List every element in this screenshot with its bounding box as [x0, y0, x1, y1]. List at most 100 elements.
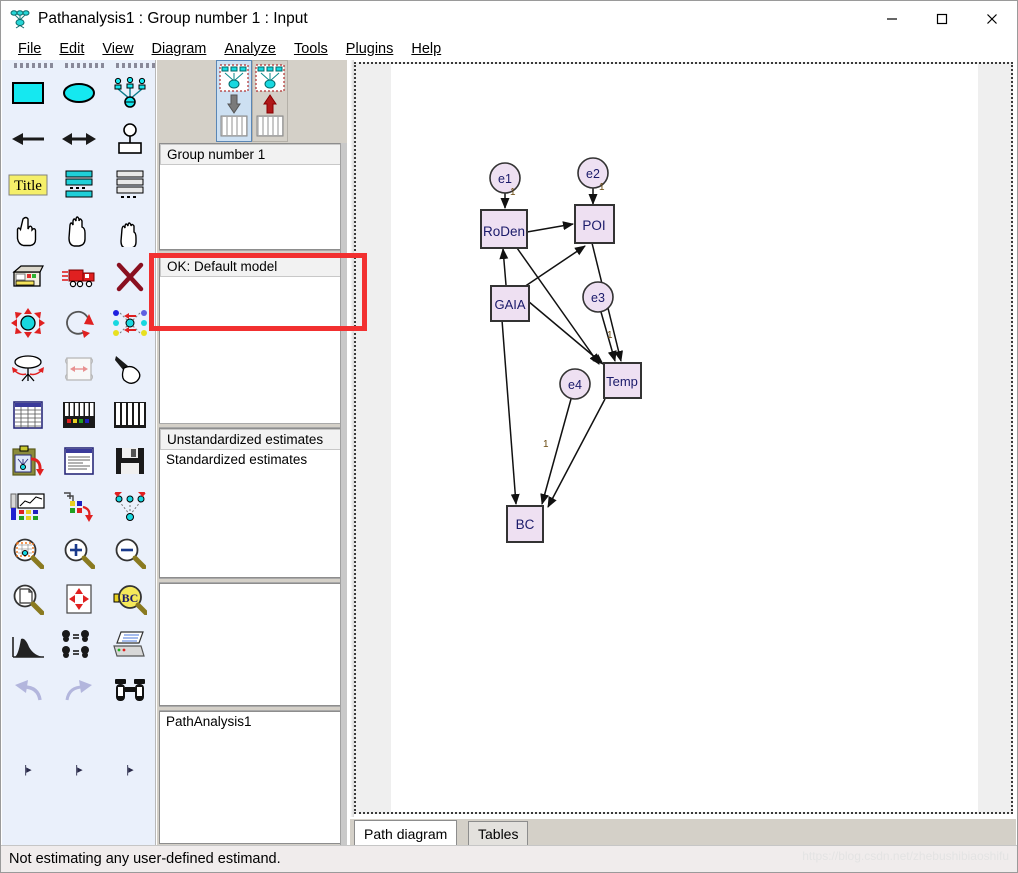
- print-icon[interactable]: [104, 622, 155, 668]
- svg-text:BC: BC: [121, 591, 138, 605]
- loupe-icon[interactable]: BC: [104, 576, 155, 622]
- svg-text:e4: e4: [568, 378, 582, 392]
- drag-properties-icon[interactable]: [2, 438, 53, 484]
- assess-normality-icon[interactable]: [2, 484, 53, 530]
- select-all-objects-icon[interactable]: [53, 208, 104, 254]
- draw-path-icon[interactable]: [2, 116, 53, 162]
- menu-tools[interactable]: Tools: [285, 40, 337, 58]
- groups-list[interactable]: Group number 1: [159, 143, 345, 250]
- find-icon[interactable]: [104, 668, 155, 714]
- view-input-path-diagram-button[interactable]: [216, 60, 252, 142]
- select-one-object-icon[interactable]: [2, 208, 53, 254]
- path-diagram-area: e1 e2 e3 e4 RoDen POI GAIA Temp BC 1 1 1…: [350, 60, 1016, 817]
- object-properties-icon[interactable]: [104, 392, 155, 438]
- svg-text:e3: e3: [591, 291, 605, 305]
- diagram-page[interactable]: e1 e2 e3 e4 RoDen POI GAIA Temp BC 1 1 1…: [391, 64, 978, 812]
- tool-grid: Title BC: [2, 70, 156, 714]
- palette-handle-col3[interactable]: [116, 63, 155, 69]
- palette-handle-col1[interactable]: [14, 63, 53, 69]
- menu-file[interactable]: File: [9, 40, 50, 58]
- show-entire-page-icon[interactable]: [2, 576, 53, 622]
- add-unique-variable-icon[interactable]: [104, 116, 155, 162]
- status-bar: Not estimating any user-defined estimand…: [1, 845, 1017, 872]
- zoom-select-area-icon[interactable]: [2, 530, 53, 576]
- diagram-tab-bar: Path diagram Tables: [350, 819, 1016, 847]
- menu-plugins[interactable]: Plugins: [337, 40, 403, 58]
- tab-tables[interactable]: Tables: [468, 821, 529, 847]
- model-browser-scrollbar[interactable]: [340, 143, 347, 846]
- view-output-path-diagram-button[interactable]: [252, 60, 288, 142]
- close-button[interactable]: [967, 1, 1017, 37]
- label-e1-weight: 1: [510, 187, 516, 198]
- palette-handle-col2[interactable]: [65, 63, 104, 69]
- bayesian-estimation-icon[interactable]: [2, 622, 53, 668]
- label-e3-weight: 1: [607, 330, 613, 341]
- palette-scroll-col2[interactable]: |▸: [53, 760, 104, 778]
- move-objects-icon[interactable]: [53, 254, 104, 300]
- multiple-group-analysis-icon[interactable]: [53, 484, 104, 530]
- draw-covariance-icon[interactable]: [53, 116, 104, 162]
- figure-caption-icon[interactable]: Title: [2, 162, 53, 208]
- menu-bar: File Edit View Diagram Analyze Tools Plu…: [1, 37, 1017, 60]
- palette-scroll-markers: |▸ |▸ |▸: [2, 760, 156, 778]
- list-variables-in-model-icon[interactable]: [53, 162, 104, 208]
- palette-scroll-col1[interactable]: |▸: [2, 760, 53, 778]
- svg-text:BC: BC: [516, 517, 535, 532]
- draw-latent-with-indicators-icon[interactable]: [104, 70, 155, 116]
- svg-text:Temp: Temp: [606, 374, 638, 389]
- label-e2-weight: 1: [599, 182, 605, 193]
- view-text-output-icon[interactable]: [53, 438, 104, 484]
- rotate-indicators-icon[interactable]: [53, 300, 104, 346]
- analysis-properties-icon[interactable]: [53, 392, 104, 438]
- duplicate-objects-icon[interactable]: [2, 254, 53, 300]
- path-GAIA-BC: [501, 319, 520, 505]
- estimates-list[interactable]: Unstandardized estimates Standardized es…: [159, 428, 345, 578]
- diagram-canvas-frame[interactable]: e1 e2 e3 e4 RoDen POI GAIA Temp BC 1 1 1…: [354, 62, 1013, 814]
- touch-up-variable-icon[interactable]: [104, 346, 155, 392]
- menu-edit[interactable]: Edit: [50, 40, 93, 58]
- undo-icon[interactable]: [2, 668, 53, 714]
- files-list-item[interactable]: PathAnalysis1: [160, 712, 344, 731]
- draw-observed-variable-icon[interactable]: [2, 70, 53, 116]
- path-diagram-svg[interactable]: e1 e2 e3 e4 RoDen POI GAIA Temp BC 1 1 1…: [391, 64, 978, 812]
- erase-objects-icon[interactable]: [104, 254, 155, 300]
- files-list[interactable]: PathAnalysis1: [159, 711, 345, 844]
- parameter-list[interactable]: [159, 583, 345, 706]
- menu-help[interactable]: Help: [402, 40, 450, 58]
- svg-text:POI: POI: [582, 218, 605, 233]
- groups-list-item[interactable]: Group number 1: [160, 144, 344, 165]
- estimates-list-item-standardized[interactable]: Standardized estimates: [160, 450, 344, 469]
- zoom-out-icon[interactable]: [104, 530, 155, 576]
- minimize-button[interactable]: [867, 1, 917, 37]
- window-controls: [867, 1, 1017, 37]
- resize-path-diagram-icon[interactable]: [53, 346, 104, 392]
- path-GAIA-RoDen: [499, 248, 509, 286]
- specification-search-icon[interactable]: [104, 484, 155, 530]
- tool-palette: Title BC |▸ |▸ |▸: [2, 60, 156, 846]
- maximize-button[interactable]: [917, 1, 967, 37]
- move-parameter-values-icon[interactable]: [2, 346, 53, 392]
- change-shape-of-objects-icon[interactable]: [2, 300, 53, 346]
- deselect-all-objects-icon[interactable]: [104, 208, 155, 254]
- menu-analyze[interactable]: Analyze: [215, 40, 285, 58]
- zoom-in-icon[interactable]: [53, 530, 104, 576]
- fit-to-page-icon[interactable]: [53, 576, 104, 622]
- reflect-indicators-icon[interactable]: [104, 300, 155, 346]
- list-variables-in-dataset-icon[interactable]: [104, 162, 155, 208]
- palette-scroll-col3[interactable]: |▸: [104, 760, 155, 778]
- status-message: Not estimating any user-defined estimand…: [9, 851, 281, 867]
- estimates-list-item-unstandardized[interactable]: Unstandardized estimates: [160, 429, 344, 450]
- menu-diagram[interactable]: Diagram: [143, 40, 216, 58]
- svg-text:e2: e2: [586, 167, 600, 181]
- view-mode-toolbar: [157, 60, 347, 143]
- svg-text:GAIA: GAIA: [494, 297, 525, 312]
- observed-nodes: RoDen POI GAIA Temp BC: [480, 204, 642, 543]
- tab-path-diagram[interactable]: Path diagram: [354, 820, 458, 847]
- save-current-diagram-icon[interactable]: [104, 438, 155, 484]
- models-list-item[interactable]: OK: Default model: [160, 256, 344, 277]
- draw-unobserved-variable-icon[interactable]: [53, 70, 104, 116]
- redo-icon[interactable]: [53, 668, 104, 714]
- menu-view[interactable]: View: [93, 40, 142, 58]
- select-data-file-icon[interactable]: [2, 392, 53, 438]
- multiple-group-compare-icon[interactable]: [53, 622, 104, 668]
